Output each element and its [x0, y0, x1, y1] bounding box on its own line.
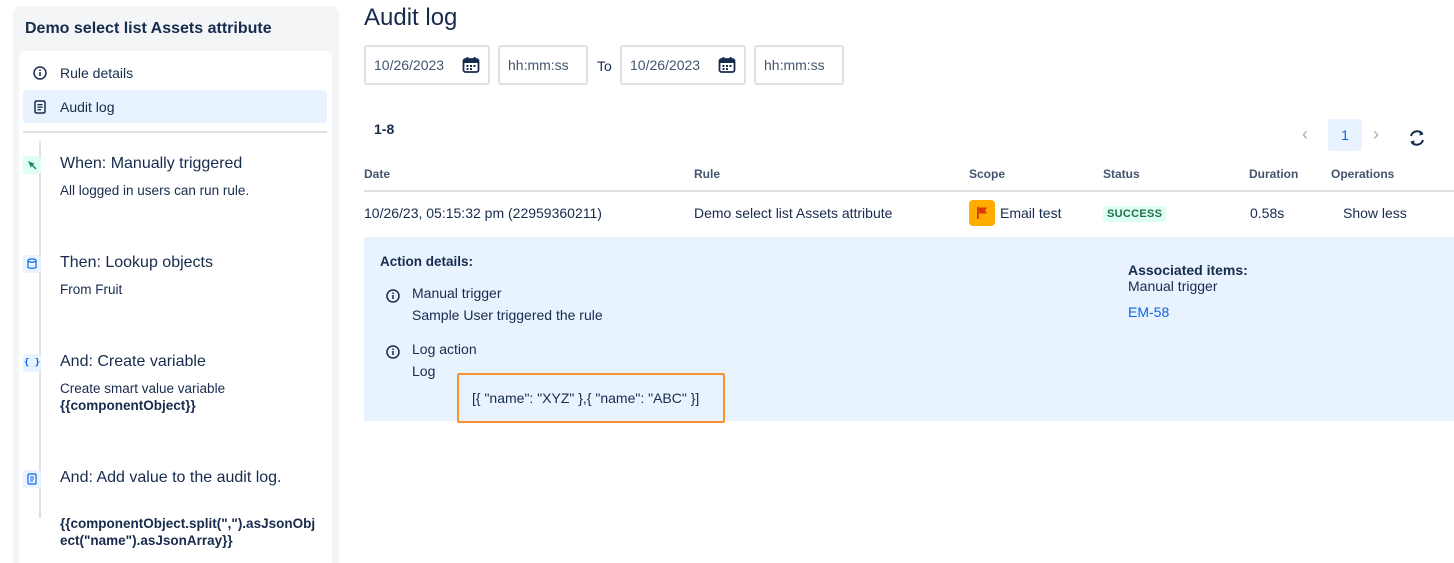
cursor-click-icon [23, 156, 41, 174]
page-button-current[interactable]: 1 [1328, 119, 1362, 151]
associated-issue-link[interactable]: EM-58 [1128, 304, 1169, 320]
step-title: Then: Lookup objects [60, 254, 213, 271]
step-description: All logged in users can run rule. [60, 183, 250, 198]
sidebar-item-audit-log[interactable]: Audit log [23, 90, 327, 123]
step-title: When: Manually triggered [60, 155, 243, 172]
refresh-icon[interactable] [1406, 127, 1428, 149]
sidebar-item-label: Rule details [60, 64, 134, 81]
step-title: And: Create variable [60, 353, 206, 370]
step-description: From Fruit [60, 282, 123, 297]
rule-name-title: Demo select list Assets attribute [25, 20, 272, 37]
row-scope: Email test [1000, 205, 1062, 221]
action-name: Manual trigger [412, 285, 502, 301]
show-less-button[interactable]: Show less [1343, 205, 1407, 221]
column-header-status[interactable]: Status [1103, 167, 1140, 181]
column-header-duration[interactable]: Duration [1249, 167, 1298, 181]
column-header-date[interactable]: Date [364, 167, 390, 181]
row-rule: Demo select list Assets attribute [694, 205, 893, 221]
action-text: Sample User triggered the rule [412, 307, 603, 323]
info-icon [386, 345, 400, 359]
document-icon [23, 470, 41, 488]
step-title: And: Add value to the audit log. [60, 469, 282, 486]
associated-items-title: Associated items: [1128, 262, 1248, 278]
document-icon [33, 99, 47, 114]
nav-divider [23, 131, 327, 133]
rule-sidebar: Demo select list Assets attribute Rule d… [13, 6, 339, 563]
associated-items-subtitle: Manual trigger [1128, 278, 1218, 294]
step-smart-value: {{componentObject.split(",").asJsonObjec… [60, 516, 316, 548]
log-output-highlight: [{ "name": "XYZ" },{ "name": "ABC" }] [457, 373, 725, 423]
action-details-panel: Action details: Manual trigger Sample Us… [364, 237, 1454, 423]
sidebar-item-rule-details[interactable]: Rule details [23, 56, 327, 89]
action-name: Log action [412, 341, 477, 357]
action-text: Log [412, 363, 436, 379]
table-header-divider [364, 190, 1454, 192]
column-header-scope[interactable]: Scope [969, 167, 1005, 181]
chevron-right-icon[interactable]: › [1373, 124, 1379, 145]
from-date-field[interactable]: 10/26/2023 [364, 45, 490, 85]
from-time-placeholder: hh:mm:ss [508, 57, 569, 73]
action-details-title: Action details: [380, 254, 474, 269]
sidebar-item-label: Audit log [60, 98, 115, 115]
database-icon [23, 255, 41, 273]
calendar-icon[interactable] [718, 56, 736, 74]
step-smart-value: {{componentObject}} [60, 398, 196, 413]
to-time-placeholder: hh:mm:ss [764, 57, 825, 73]
chevron-left-icon[interactable]: ‹ [1302, 124, 1308, 145]
info-icon [386, 289, 400, 303]
row-date: 10/26/23, 05:15:32 pm (22959360211) [364, 205, 602, 221]
info-icon [33, 65, 47, 80]
braces-icon: { } [23, 354, 41, 372]
from-date-value: 10/26/2023 [374, 57, 445, 73]
flag-icon [969, 200, 995, 226]
page-title: Audit log [364, 4, 458, 31]
timeline-connector [39, 141, 41, 518]
to-date-field[interactable]: 10/26/2023 [620, 45, 746, 85]
to-date-value: 10/26/2023 [630, 57, 701, 73]
column-header-operations: Operations [1331, 167, 1395, 181]
results-range: 1-8 [374, 121, 395, 137]
calendar-icon[interactable] [462, 56, 480, 74]
status-badge: SUCCESS [1103, 206, 1167, 222]
to-time-field[interactable]: hh:mm:ss [754, 45, 844, 85]
step-description: Create smart value variable [60, 381, 226, 396]
column-header-rule[interactable]: Rule [694, 167, 720, 181]
log-output-value: [{ "name": "XYZ" },{ "name": "ABC" }] [472, 390, 700, 406]
row-duration: 0.58s [1250, 205, 1285, 221]
to-label: To [597, 58, 612, 74]
from-time-field[interactable]: hh:mm:ss [498, 45, 588, 85]
